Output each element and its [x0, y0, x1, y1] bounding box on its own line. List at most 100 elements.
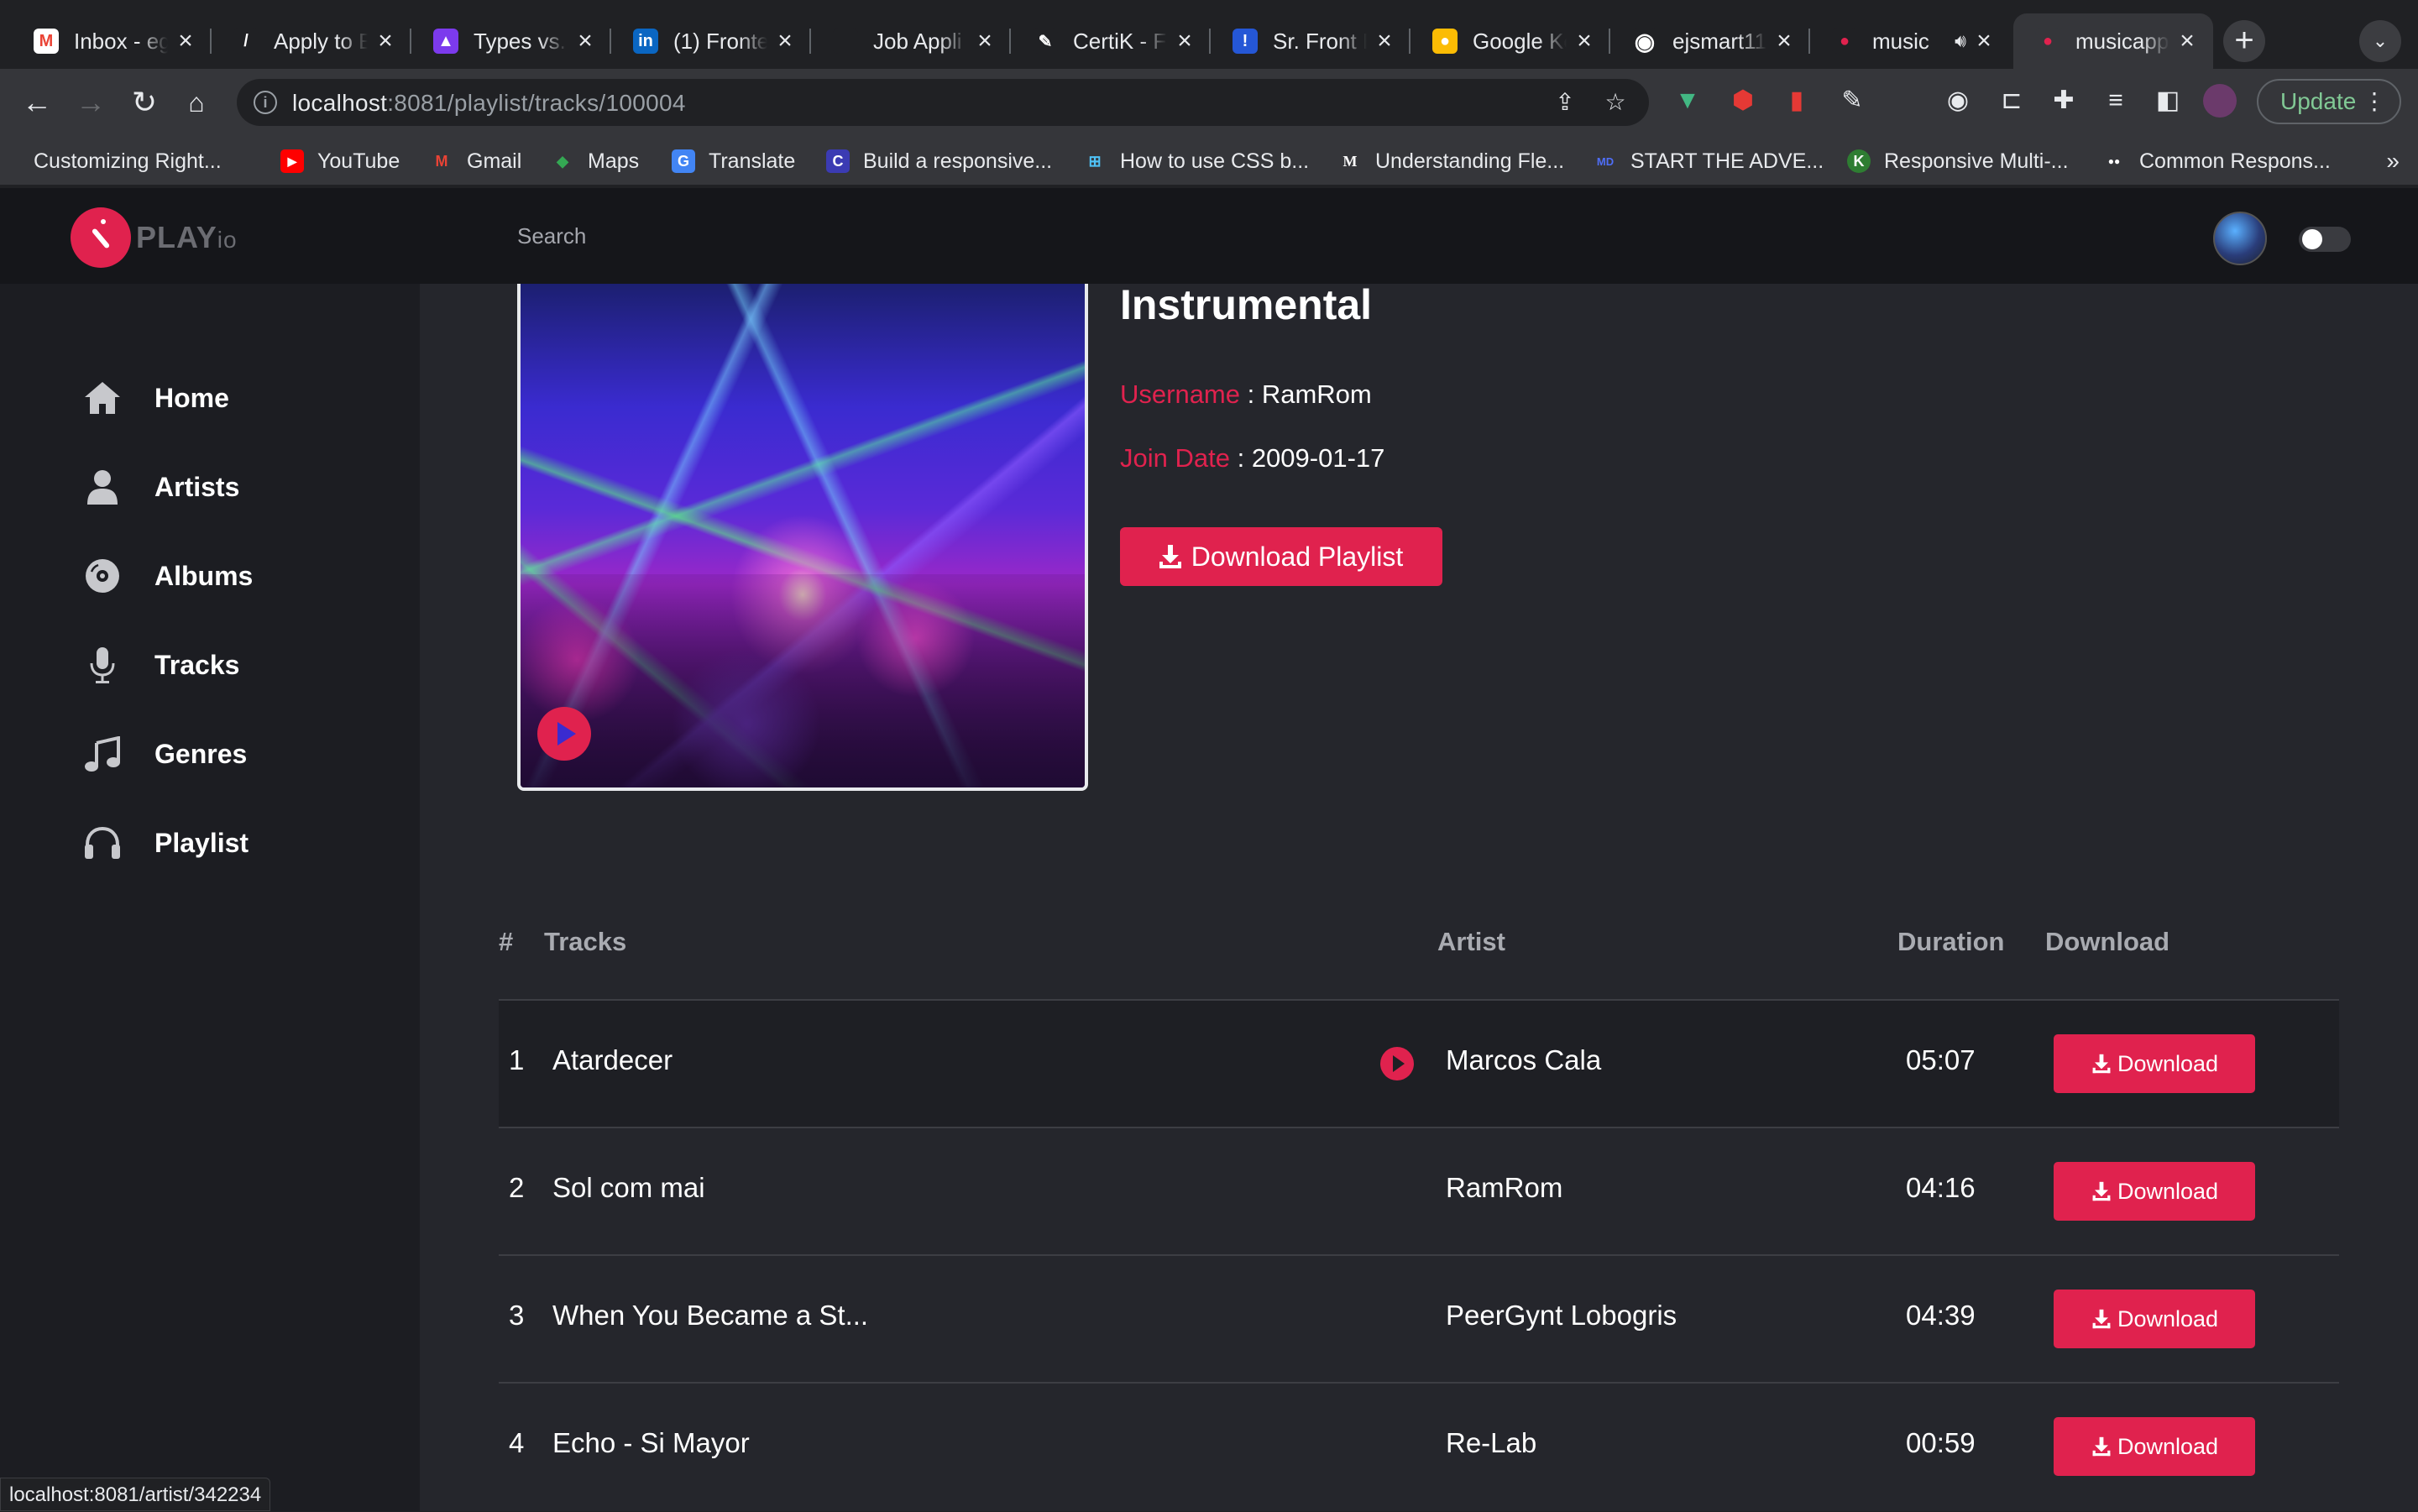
- track-name[interactable]: Echo - Si Mayor: [552, 1427, 750, 1459]
- reload-icon[interactable]: ↻: [123, 81, 166, 124]
- google-keep-icon: ●: [1432, 29, 1458, 54]
- bookmark-star-icon[interactable]: ☆: [1602, 89, 1629, 116]
- browser-toolbar: ← → ↻ ⌂ i localhost:8081/playlist/tracks…: [0, 69, 2418, 136]
- url-text[interactable]: localhost:8081/playlist/tracks/100004: [292, 90, 686, 117]
- bookmark-item[interactable]: ●● Common Respons...: [2102, 146, 2331, 176]
- close-tab-icon[interactable]: ×: [574, 27, 596, 55]
- sidebar-item-playlist[interactable]: Playlist: [82, 818, 249, 868]
- download-playlist-button[interactable]: Download Playlist: [1120, 527, 1442, 586]
- sidebar-item-albums[interactable]: Albums: [82, 551, 253, 601]
- track-name[interactable]: Atardecer: [552, 1044, 673, 1076]
- track-row[interactable]: 2 Sol com mai RamRom 04:16 Download: [499, 1128, 2339, 1254]
- sidebar-item-artists[interactable]: Artists: [82, 462, 239, 512]
- bookmark-label: Maps: [588, 149, 640, 173]
- theme-toggle[interactable]: [2299, 227, 2351, 252]
- more-bookmarks-icon[interactable]: »: [2386, 148, 2400, 175]
- track-artist[interactable]: PeerGynt Lobogris: [1446, 1300, 1677, 1332]
- browser-tab[interactable]: ! Sr. Front E ×: [1211, 13, 1410, 69]
- play-playlist-button[interactable]: [537, 707, 591, 761]
- new-tab-button[interactable]: +: [2223, 20, 2265, 62]
- side-panel-icon[interactable]: ◧: [2151, 84, 2185, 118]
- vue-devtools-icon[interactable]: ▼: [1671, 84, 1704, 118]
- site-info-icon[interactable]: i: [254, 91, 277, 114]
- close-tab-icon[interactable]: ×: [1573, 27, 1595, 55]
- bookmark-item[interactable]: MD START THE ADVE...: [1594, 146, 1824, 176]
- close-tab-icon[interactable]: ×: [175, 27, 196, 55]
- brand-logo[interactable]: PLAYio: [136, 220, 238, 255]
- profile-avatar[interactable]: [2203, 84, 2237, 118]
- browser-tab-active[interactable]: ● musicapp ×: [2013, 13, 2213, 69]
- bookmark-item[interactable]: ▶ YouTube: [280, 146, 400, 176]
- browser-tab[interactable]: ● music 🔊︎ ×: [1810, 13, 2010, 69]
- pdf-icon[interactable]: ▮: [1780, 84, 1814, 118]
- close-tab-icon[interactable]: ×: [1174, 27, 1196, 55]
- tab-title: ejsmart11: [1672, 28, 1766, 54]
- play-track-icon[interactable]: [1380, 1047, 1414, 1080]
- speaker-icon[interactable]: 🔊︎: [1955, 30, 1966, 52]
- bookmark-label: Customizing Right...: [34, 149, 222, 173]
- download-track-button[interactable]: Download: [2054, 1417, 2255, 1476]
- username-value: RamRom: [1261, 379, 1372, 409]
- browser-tab[interactable]: ● Google Ke ×: [1410, 13, 1610, 69]
- close-tab-icon[interactable]: ×: [974, 27, 996, 55]
- address-bar[interactable]: i localhost:8081/playlist/tracks/100004 …: [237, 79, 1649, 126]
- browser-tab[interactable]: M Inbox - eg ×: [12, 13, 212, 69]
- home-icon[interactable]: ⌂: [175, 81, 218, 124]
- track-row[interactable]: 1 Atardecer Marcos Cala 05:07 Download: [499, 1001, 2339, 1127]
- playlist-join-date: Join Date : 2009-01-17: [1120, 443, 1385, 473]
- extension-icon[interactable]: ◉: [1941, 84, 1975, 118]
- sidebar-item-tracks[interactable]: Tracks: [82, 640, 239, 690]
- track-name[interactable]: Sol com mai: [552, 1172, 705, 1204]
- musicapp-icon: ●: [1832, 29, 1857, 54]
- sidebar-item-home[interactable]: Home: [82, 373, 229, 423]
- bookmark-item[interactable]: M Understanding Fle...: [1338, 146, 1565, 176]
- close-tab-icon[interactable]: ×: [1374, 27, 1395, 55]
- browser-tab[interactable]: ◉ ejsmart11 ×: [1610, 13, 1810, 69]
- browser-tab[interactable]: in (1) Fronte ×: [611, 13, 811, 69]
- user-avatar[interactable]: [2213, 212, 2267, 265]
- browser-tab[interactable]: / Apply to E ×: [212, 13, 411, 69]
- download-track-button[interactable]: Download: [2054, 1034, 2255, 1093]
- bookmark-item[interactable]: ◆ Maps: [551, 146, 639, 176]
- bookmark-item[interactable]: G Translate: [672, 146, 795, 176]
- bookmark-item[interactable]: K Responsive Multi-...: [1847, 146, 2069, 176]
- color-picker-icon[interactable]: ✎: [1835, 84, 1869, 118]
- browser-tab[interactable]: ▲ Types vs. ×: [411, 13, 611, 69]
- tab-title: music: [1872, 28, 1929, 54]
- track-row[interactable]: 3 When You Became a St... PeerGynt Lobog…: [499, 1256, 2339, 1382]
- adblock-icon[interactable]: ⬢: [1726, 84, 1760, 118]
- share-icon[interactable]: ⇪: [1552, 89, 1578, 116]
- download-track-button[interactable]: Download: [2054, 1162, 2255, 1221]
- download-track-button[interactable]: Download: [2054, 1290, 2255, 1348]
- track-number: 4: [509, 1427, 525, 1458]
- track-artist[interactable]: RamRom: [1446, 1172, 1562, 1204]
- track-artist[interactable]: Marcos Cala: [1446, 1044, 1601, 1076]
- close-tab-icon[interactable]: ×: [1773, 27, 1795, 55]
- extension-icon[interactable]: ⊏: [1995, 84, 2028, 118]
- close-tab-icon[interactable]: ×: [774, 27, 796, 55]
- gmail-icon: M: [34, 29, 59, 54]
- track-artist[interactable]: Re-Lab: [1446, 1427, 1536, 1459]
- sidebar-item-genres[interactable]: Genres: [82, 729, 247, 779]
- logo-icon[interactable]: [71, 207, 131, 268]
- bookmark-item[interactable]: C Build a responsive...: [826, 146, 1052, 176]
- tab-search-icon[interactable]: ⌄: [2359, 20, 2401, 62]
- bookmark-item[interactable]: ⊞ How to use CSS b...: [1083, 146, 1309, 176]
- forward-icon[interactable]: →: [69, 81, 113, 124]
- puzzle-icon[interactable]: ✚: [2047, 84, 2080, 118]
- close-tab-icon[interactable]: ×: [1973, 27, 1995, 55]
- track-row[interactable]: 4 Echo - Si Mayor Re-Lab 00:59 Download: [499, 1384, 2339, 1509]
- reading-list-icon[interactable]: ≡: [2099, 84, 2133, 118]
- menu-dots-icon[interactable]: ⋮: [2363, 81, 2386, 123]
- bookmark-item[interactable]: Customizing Right...: [34, 146, 222, 176]
- close-tab-icon[interactable]: ×: [2176, 27, 2198, 55]
- search-input[interactable]: [500, 210, 1088, 262]
- browser-tab[interactable]: ✎ CertiK - F ×: [1011, 13, 1211, 69]
- bookmark-item[interactable]: M Gmail: [430, 146, 522, 176]
- back-icon[interactable]: ←: [15, 81, 59, 124]
- close-tab-icon[interactable]: ×: [374, 27, 396, 55]
- music-note-icon: [82, 734, 123, 774]
- update-button[interactable]: Update ⋮: [2257, 79, 2401, 124]
- track-name[interactable]: When You Became a St...: [552, 1300, 868, 1332]
- browser-tab[interactable]: Job Appli ×: [811, 13, 1011, 69]
